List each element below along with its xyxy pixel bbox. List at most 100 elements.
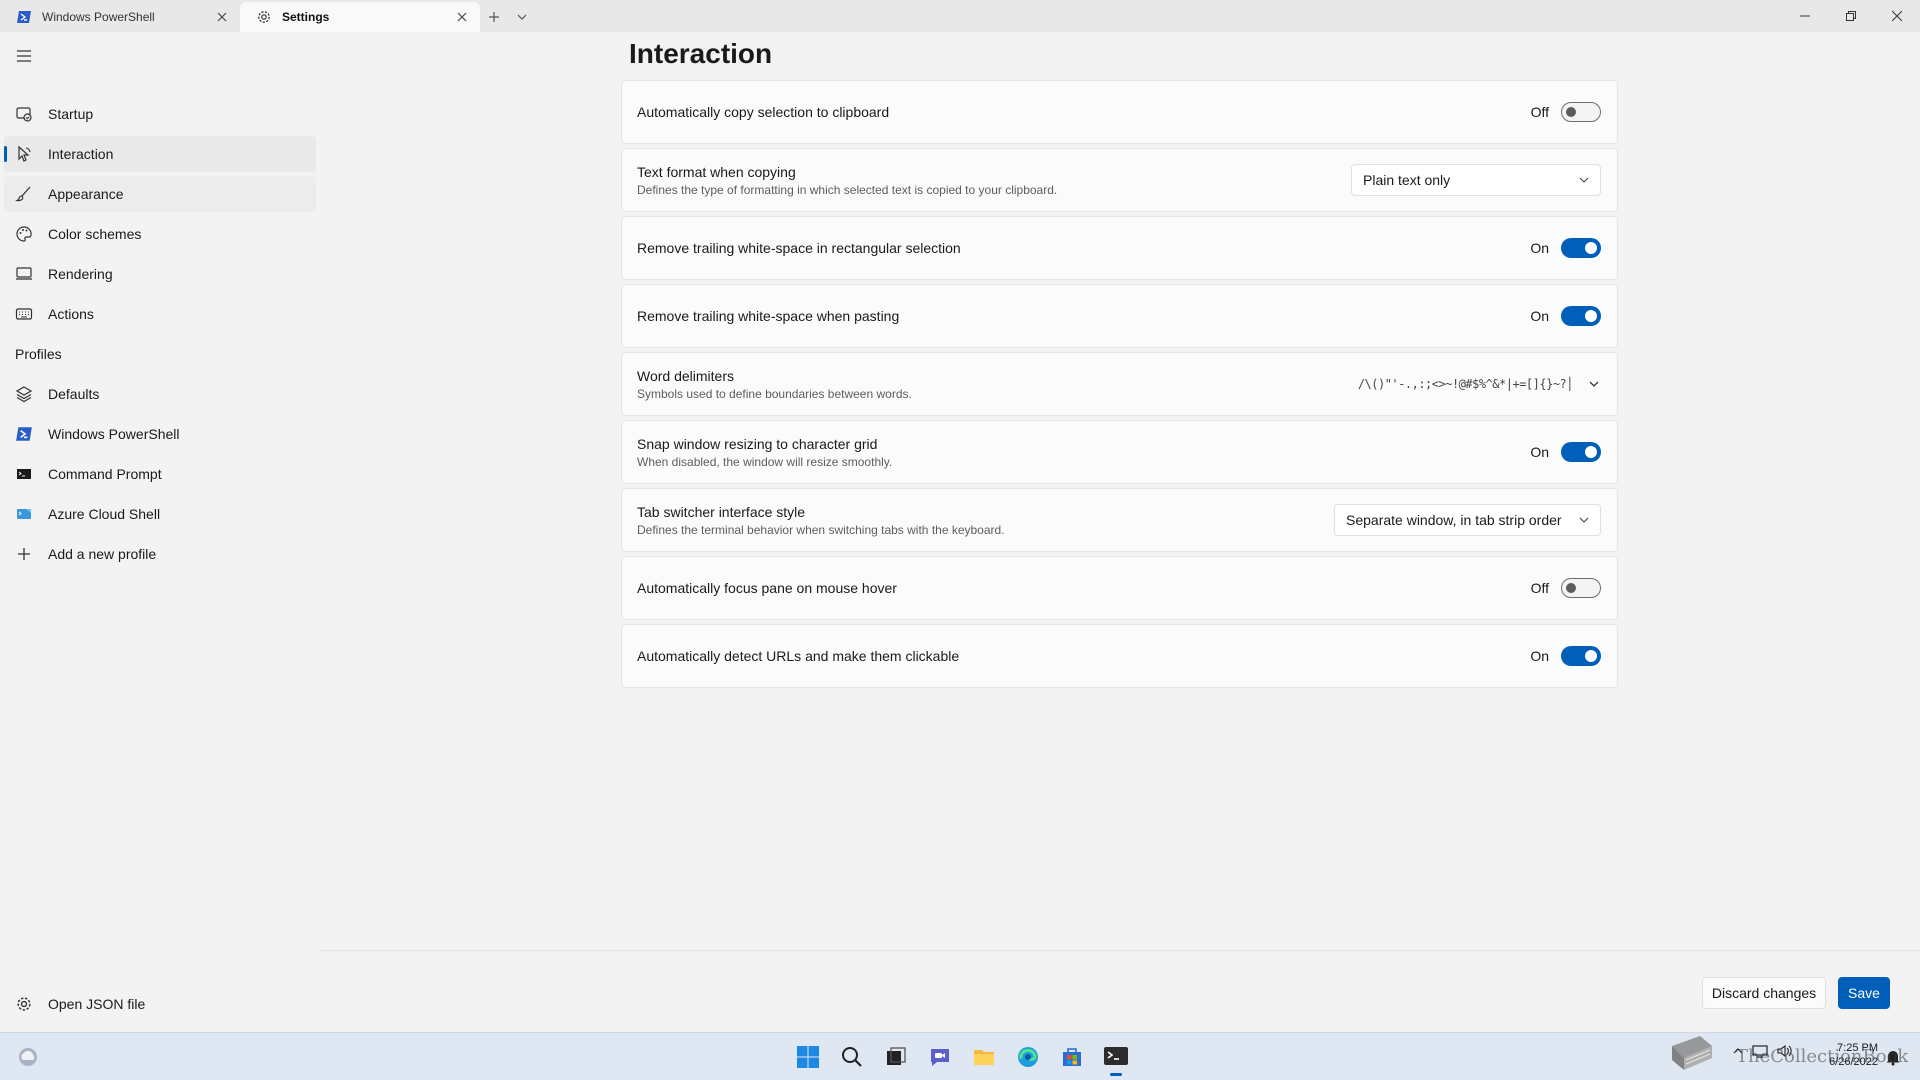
sidebar-item-appearance[interactable]: Appearance	[4, 176, 316, 212]
sidebar-item-label: Windows PowerShell	[48, 426, 180, 442]
open-json-file-link[interactable]: Open JSON file	[15, 992, 145, 1016]
chevron-down-icon[interactable]	[1587, 377, 1601, 391]
interaction-icon	[15, 145, 33, 163]
file-explorer-icon[interactable]	[962, 1037, 1006, 1077]
toggle-switch[interactable]	[1561, 238, 1601, 258]
sidebar: Startup Interaction Appearance Color sch…	[0, 32, 320, 1032]
trim-paste-toggle[interactable]: On	[1530, 306, 1601, 326]
watermark-text: TheCollectionBook	[1736, 1046, 1909, 1067]
setting-word-delimiters[interactable]: Word delimiters Symbols used to define b…	[621, 352, 1618, 416]
setting-title: Text format when copying	[637, 163, 796, 180]
snap-resize-toggle[interactable]: On	[1530, 442, 1601, 462]
setting-description: Symbols used to define boundaries betwee…	[637, 386, 912, 401]
toggle-switch[interactable]	[1561, 578, 1601, 598]
page-title: Interaction	[629, 38, 773, 69]
powershell-icon	[16, 9, 32, 25]
sidebar-item-actions[interactable]: Actions	[4, 296, 316, 332]
setting-description: Defines the terminal behavior when switc…	[637, 522, 1005, 537]
windows-start-icon[interactable]	[786, 1037, 830, 1077]
terminal-icon[interactable]	[1094, 1037, 1138, 1077]
title-bar: Windows PowerShell Settings	[0, 0, 1920, 32]
discard-changes-button[interactable]: Discard changes	[1702, 977, 1826, 1009]
footer-divider	[320, 950, 1920, 951]
restore-button[interactable]	[1828, 0, 1874, 32]
new-tab-button[interactable]	[480, 2, 508, 32]
settings-list: Automatically copy selection to clipboar…	[621, 80, 1618, 692]
close-icon[interactable]	[454, 9, 470, 25]
setting-tab-switcher-style: Tab switcher interface style Defines the…	[621, 488, 1618, 552]
edge-icon[interactable]	[1006, 1037, 1050, 1077]
setting-title: Remove trailing white-space in rectangul…	[637, 240, 961, 256]
sidebar-item-rendering[interactable]: Rendering	[4, 256, 316, 292]
open-json-label: Open JSON file	[48, 996, 146, 1012]
tab-switcher-style-dropdown[interactable]: Separate window, in tab strip order	[1334, 504, 1601, 536]
sidebar-item-label: Startup	[48, 106, 94, 122]
profiles-header: Profiles	[15, 346, 62, 362]
sidebar-item-label: Add a new profile	[48, 546, 157, 562]
powershell-icon	[15, 425, 33, 443]
search-icon[interactable]	[830, 1037, 874, 1077]
close-icon	[1892, 11, 1902, 21]
setting-detect-urls: Automatically detect URLs and make them …	[621, 624, 1618, 688]
setting-title: Word delimiters	[637, 367, 734, 384]
azure-icon	[15, 505, 33, 523]
keyboard-icon	[15, 305, 33, 323]
task-view-icon[interactable]	[874, 1037, 918, 1077]
tab-dropdown-button[interactable]	[508, 2, 536, 32]
sidebar-item-defaults[interactable]: Defaults	[4, 376, 316, 412]
setting-title: Automatically detect URLs and make them …	[637, 648, 960, 664]
chevron-down-icon	[1579, 517, 1589, 523]
palette-icon	[15, 225, 33, 243]
store-icon[interactable]	[1050, 1037, 1094, 1077]
sidebar-item-startup[interactable]: Startup	[4, 96, 316, 132]
tab-windows-powershell[interactable]: Windows PowerShell	[0, 2, 240, 32]
close-window-button[interactable]	[1874, 0, 1920, 32]
plus-icon	[489, 12, 499, 22]
menu-toggle-button[interactable]	[14, 46, 34, 66]
toggle-state-label: Off	[1530, 104, 1549, 120]
copy-on-select-toggle[interactable]: Off	[1531, 102, 1601, 122]
setting-text-format: Text format when copying Defines the typ…	[621, 148, 1618, 212]
save-button[interactable]: Save	[1838, 977, 1890, 1009]
setting-description: When disabled, the window will resize sm…	[637, 454, 893, 469]
chevron-down-icon	[517, 14, 527, 20]
setting-copy-on-select: Automatically copy selection to clipboar…	[621, 80, 1618, 144]
nav-list: Startup Interaction Appearance Color sch…	[4, 96, 316, 576]
detect-urls-toggle[interactable]: On	[1530, 646, 1601, 666]
weather-icon[interactable]	[16, 1045, 40, 1069]
setting-trim-paste: Remove trailing white-space when pasting…	[621, 284, 1618, 348]
startup-icon	[15, 105, 33, 123]
toggle-switch[interactable]	[1561, 646, 1601, 666]
tab-title: Windows PowerShell	[42, 10, 155, 24]
sidebar-item-command-prompt[interactable]: Command Prompt	[4, 456, 316, 492]
sidebar-item-color-schemes[interactable]: Color schemes	[4, 216, 316, 252]
restore-icon	[1846, 11, 1856, 21]
toggle-switch[interactable]	[1561, 442, 1601, 462]
text-format-dropdown[interactable]: Plain text only	[1351, 164, 1601, 196]
teams-chat-icon[interactable]	[918, 1037, 962, 1077]
toggle-switch[interactable]	[1561, 306, 1601, 326]
minimize-button[interactable]	[1782, 0, 1828, 32]
tab-settings[interactable]: Settings	[240, 2, 480, 32]
toggle-state-label: On	[1530, 648, 1549, 664]
sidebar-item-label: Defaults	[48, 386, 100, 402]
plus-icon	[15, 545, 33, 563]
cmd-icon	[15, 465, 33, 483]
sidebar-item-azure-cloud-shell[interactable]: Azure Cloud Shell	[4, 496, 316, 532]
setting-title: Automatically focus pane on mouse hover	[637, 580, 897, 596]
toggle-state-label: On	[1530, 240, 1549, 256]
toggle-switch[interactable]	[1561, 102, 1601, 122]
sidebar-item-add-profile[interactable]: Add a new profile	[4, 536, 316, 572]
trim-block-selection-toggle[interactable]: On	[1530, 238, 1601, 258]
toggle-state-label: On	[1530, 308, 1549, 324]
dropdown-value: Plain text only	[1363, 172, 1451, 188]
sidebar-item-windows-powershell[interactable]: Windows PowerShell	[4, 416, 316, 452]
dropdown-value: Separate window, in tab strip order	[1346, 512, 1562, 528]
taskbar: 7:25 PM 6/26/2022	[0, 1032, 1920, 1080]
paintbrush-icon	[15, 185, 33, 203]
sidebar-item-interaction[interactable]: Interaction	[4, 136, 316, 172]
chevron-down-icon	[1579, 177, 1589, 183]
focus-follow-mouse-toggle[interactable]: Off	[1531, 578, 1601, 598]
setting-title: Automatically copy selection to clipboar…	[637, 104, 890, 120]
close-icon[interactable]	[214, 9, 230, 25]
